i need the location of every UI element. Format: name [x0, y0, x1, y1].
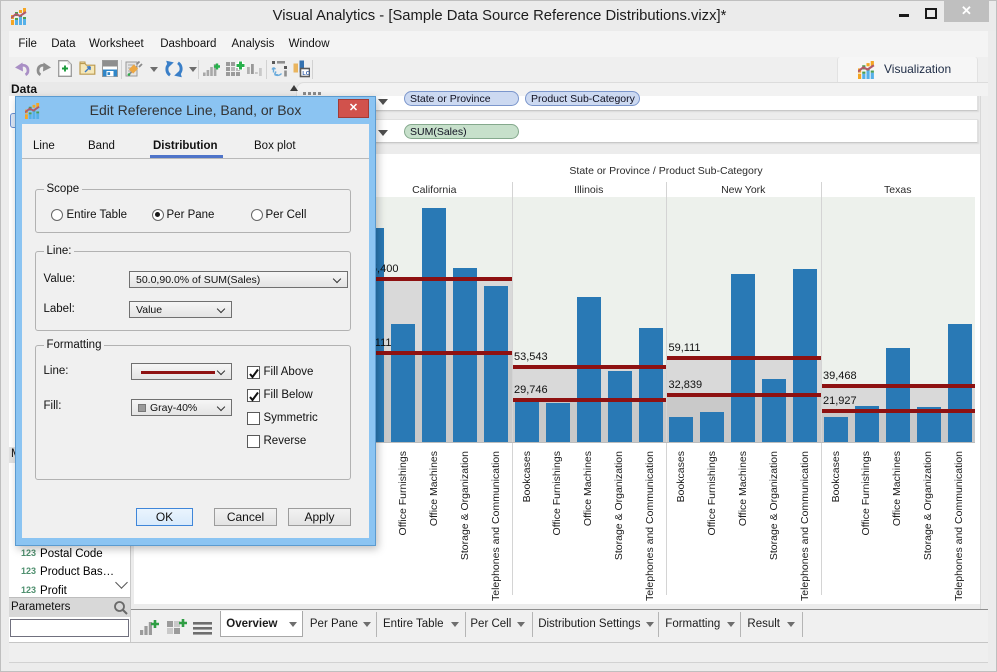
svg-text:LO: LO: [302, 71, 310, 77]
